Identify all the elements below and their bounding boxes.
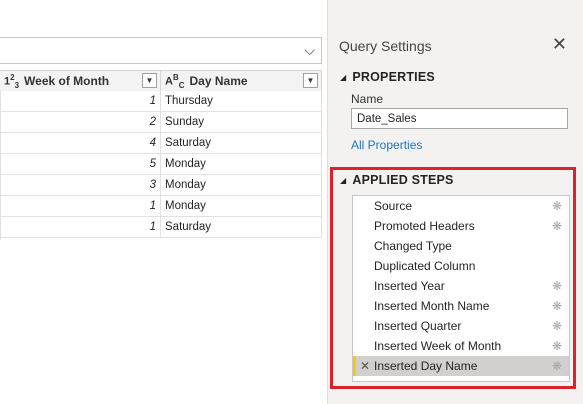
cell-day-name[interactable]: Sunday — [161, 112, 322, 132]
gear-icon[interactable]: ❋ — [552, 276, 562, 296]
data-preview-area: ⌵ 123 Week of Month ▼ ABC Day Name ▼ 1 T… — [0, 0, 327, 404]
step-label: Inserted Year — [374, 279, 445, 293]
column-header-week-of-month[interactable]: 123 Week of Month ▼ — [0, 71, 161, 91]
gear-icon[interactable]: ❋ — [552, 356, 562, 376]
column-title: Week of Month — [24, 74, 110, 88]
table-row: 1 Thursday — [0, 91, 322, 112]
close-icon[interactable]: ✕ — [552, 34, 567, 55]
cell-day-name[interactable]: Monday — [161, 154, 322, 174]
gear-icon[interactable]: ❋ — [552, 216, 562, 236]
step-label: Inserted Month Name — [374, 299, 490, 313]
text-type-icon[interactable]: ABC — [165, 73, 185, 90]
cell-week-of-month[interactable]: 1 — [0, 217, 161, 237]
table-row: 3 Monday — [0, 175, 322, 196]
cell-week-of-month[interactable]: 2 — [0, 112, 161, 132]
grid-body: 1 Thursday 2 Sunday 4 Saturday 5 Monday … — [0, 91, 322, 238]
gear-icon[interactable]: ❋ — [552, 296, 562, 316]
step-inserted-month-name[interactable]: Inserted Month Name ❋ — [353, 296, 569, 316]
step-label: Source — [374, 199, 413, 213]
whole-number-type-icon[interactable]: 123 — [4, 73, 19, 90]
collapse-triangle-icon[interactable]: ◢ — [340, 73, 346, 82]
cell-week-of-month[interactable]: 1 — [0, 91, 161, 111]
grid-header: 123 Week of Month ▼ ABC Day Name ▼ — [0, 70, 322, 91]
step-promoted-headers[interactable]: Promoted Headers ❋ — [353, 216, 569, 236]
step-inserted-week-of-month[interactable]: Inserted Week of Month ❋ — [353, 336, 569, 356]
gear-icon[interactable]: ❋ — [552, 196, 562, 216]
column-filter-dropdown-icon[interactable]: ▼ — [303, 73, 318, 88]
applied-steps-highlight: ◢ APPLIED STEPS Source ❋ Promoted Headers… — [330, 167, 576, 389]
properties-heading[interactable]: ◢ PROPERTIES — [340, 70, 435, 84]
column-title: Day Name — [189, 74, 248, 88]
applied-steps-heading-label: APPLIED STEPS — [352, 173, 454, 187]
query-name-input[interactable] — [351, 108, 568, 129]
cell-week-of-month[interactable]: 5 — [0, 154, 161, 174]
name-label: Name — [351, 92, 384, 106]
table-row: 5 Monday — [0, 154, 322, 175]
table-row: 1 Monday — [0, 196, 322, 217]
cell-day-name[interactable]: Thursday — [161, 91, 322, 111]
column-header-day-name[interactable]: ABC Day Name ▼ — [161, 71, 322, 91]
pane-title: Query Settings — [339, 38, 432, 54]
step-label: Promoted Headers — [374, 219, 475, 233]
delete-step-icon[interactable]: ✕ — [360, 356, 370, 376]
table-row: 4 Saturday — [0, 133, 322, 154]
gear-icon[interactable]: ❋ — [552, 316, 562, 336]
step-label: Duplicated Column — [374, 259, 476, 273]
all-properties-link[interactable]: All Properties — [351, 138, 422, 152]
step-inserted-year[interactable]: Inserted Year ❋ — [353, 276, 569, 296]
cell-week-of-month[interactable]: 1 — [0, 196, 161, 216]
step-label: Inserted Week of Month — [374, 339, 502, 353]
column-filter-dropdown-icon[interactable]: ▼ — [142, 73, 157, 88]
properties-heading-label: PROPERTIES — [352, 70, 435, 84]
cell-day-name[interactable]: Monday — [161, 196, 322, 216]
collapse-triangle-icon[interactable]: ◢ — [340, 176, 346, 185]
cell-week-of-month[interactable]: 4 — [0, 133, 161, 153]
step-source[interactable]: Source ❋ — [353, 196, 569, 216]
cell-day-name[interactable]: Saturday — [161, 133, 322, 153]
applied-steps-heading[interactable]: ◢ APPLIED STEPS — [340, 173, 454, 187]
step-inserted-day-name[interactable]: ✕ Inserted Day Name ❋ — [353, 356, 569, 376]
data-grid: 123 Week of Month ▼ ABC Day Name ▼ 1 Thu… — [0, 70, 322, 238]
step-label: Changed Type — [374, 239, 452, 253]
formula-bar[interactable]: ⌵ — [0, 37, 322, 64]
gear-icon[interactable]: ❋ — [552, 336, 562, 356]
step-duplicated-column[interactable]: Duplicated Column — [353, 256, 569, 276]
cell-week-of-month[interactable]: 3 — [0, 175, 161, 195]
step-inserted-quarter[interactable]: Inserted Quarter ❋ — [353, 316, 569, 336]
step-changed-type[interactable]: Changed Type — [353, 236, 569, 256]
cell-day-name[interactable]: Saturday — [161, 217, 322, 237]
query-settings-pane: Query Settings ✕ ◢ PROPERTIES Name All Pr… — [327, 0, 583, 404]
applied-steps-list: Source ❋ Promoted Headers ❋ Changed Type… — [352, 195, 570, 382]
chevron-down-icon[interactable]: ⌵ — [304, 42, 315, 59]
step-label: Inserted Quarter — [374, 319, 462, 333]
step-label: Inserted Day Name — [374, 359, 478, 373]
cell-day-name[interactable]: Monday — [161, 175, 322, 195]
table-row: 2 Sunday — [0, 112, 322, 133]
table-row: 1 Saturday — [0, 217, 322, 238]
